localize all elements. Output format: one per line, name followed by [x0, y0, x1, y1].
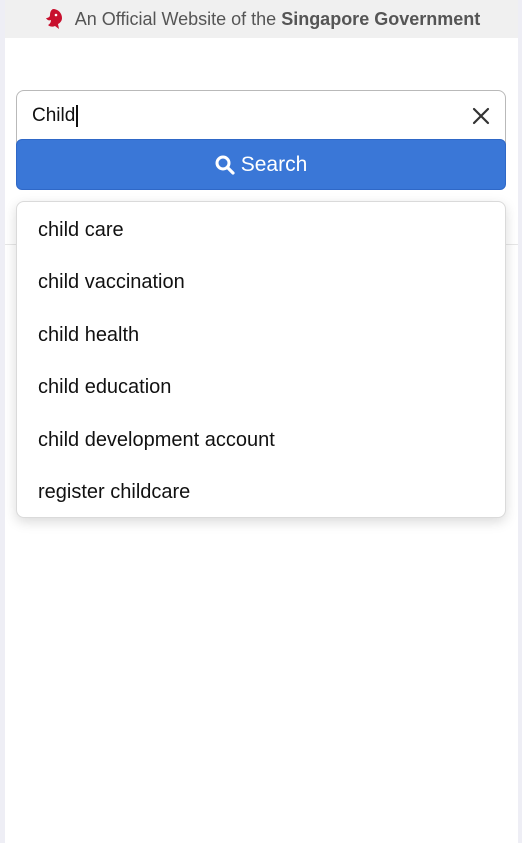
- suggestion-item[interactable]: child health: [38, 317, 139, 353]
- search-button[interactable]: Search: [16, 139, 506, 190]
- masthead-gov-name: Singapore Government: [281, 8, 481, 29]
- suggestion-item[interactable]: child development account: [38, 422, 275, 458]
- search-icon: [215, 155, 235, 175]
- search-input-value: Child: [32, 105, 76, 126]
- text-caret: [76, 105, 79, 127]
- suggestion-item[interactable]: register childcare: [38, 474, 190, 510]
- clear-search-button[interactable]: [469, 104, 493, 128]
- suggestion-item[interactable]: child education: [38, 369, 171, 405]
- masthead-text: An Official Website of the: [74, 8, 277, 29]
- search-input[interactable]: Child: [32, 103, 79, 129]
- suggestion-item[interactable]: child care: [38, 212, 124, 248]
- suggestions-dropdown: child care child vaccination child healt…: [16, 201, 506, 518]
- close-icon: [472, 107, 490, 125]
- search-input-container[interactable]: Child: [16, 90, 506, 146]
- right-edge: [518, 0, 522, 843]
- suggestion-item[interactable]: child vaccination: [38, 264, 185, 300]
- gov-masthead: An Official Website of the Singapore Gov…: [5, 0, 518, 38]
- search-button-label: Search: [240, 152, 308, 176]
- lion-head-icon: [43, 8, 65, 30]
